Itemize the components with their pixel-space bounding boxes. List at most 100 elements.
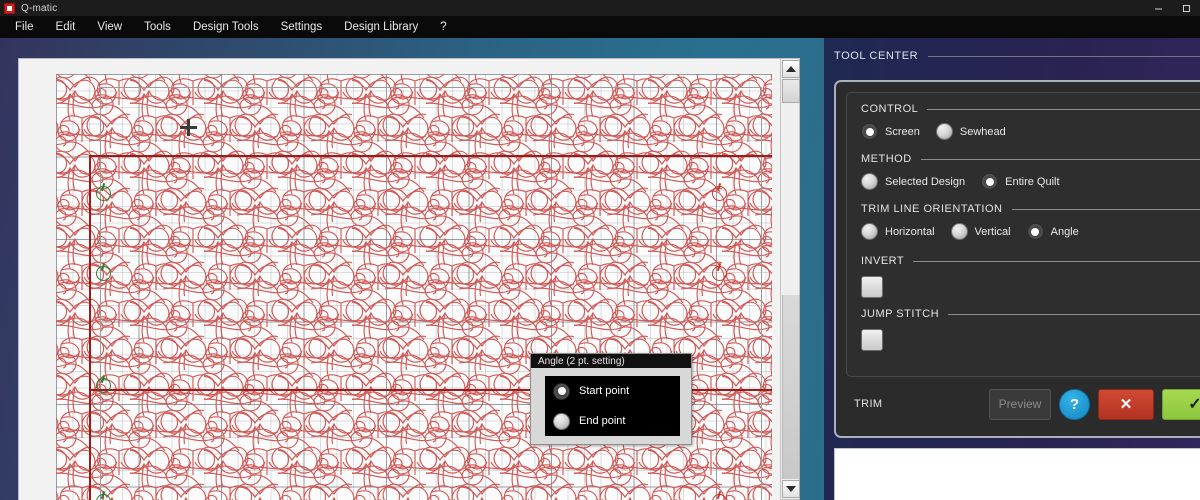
anchor-marker-right-1[interactable] <box>712 186 727 201</box>
group-method-header: METHOD <box>861 153 1200 165</box>
group-invert-rule <box>913 260 1200 262</box>
group-trim-line-orientation-rule <box>1011 208 1200 210</box>
radio-angle[interactable] <box>1026 223 1044 240</box>
angle-dialog-body: Start point End point <box>545 376 680 436</box>
group-method-label: METHOD <box>861 153 912 165</box>
group-control-options: Screen Sewhead <box>861 123 1200 140</box>
radio-entire-quilt[interactable] <box>981 173 999 190</box>
menu-item-edit[interactable]: Edit <box>45 18 87 36</box>
menu-item-help[interactable]: ? <box>429 18 457 36</box>
menu-bar: File Edit View Tools Design Tools Settin… <box>0 16 1200 38</box>
radio-selected-design-label: Selected Design <box>885 175 966 188</box>
tool-center-box: CONTROL Screen Sewhead METHOD Selected D… <box>834 80 1200 438</box>
anchor-marker-left-1[interactable] <box>96 186 111 201</box>
radio-end-point[interactable] <box>553 412 570 430</box>
tool-center-title: TOOL CENTER <box>834 50 919 62</box>
angle-dialog[interactable]: Angle (2 pt. setting) Start point End po… <box>530 353 692 445</box>
scroll-down-arrow-icon <box>786 486 796 492</box>
group-invert-label: INVERT <box>861 255 905 267</box>
angle-option-end-point-label: End point <box>579 415 626 427</box>
anchor-marker-left-2[interactable] <box>96 266 111 281</box>
help-button[interactable]: ? <box>1059 388 1090 420</box>
group-trim-line-orientation-header: TRIM LINE ORIENTATION <box>861 203 1200 215</box>
group-control-rule <box>927 108 1200 110</box>
info-panel <box>834 448 1200 500</box>
group-jump-stitch: JUMP STITCH <box>861 308 1200 351</box>
group-jump-stitch-label: JUMP STITCH <box>861 308 940 320</box>
application-window: Q-matic File Edit View Tools Design Tool… <box>0 0 1200 500</box>
radio-vertical[interactable] <box>950 223 968 240</box>
menu-item-tools[interactable]: Tools <box>133 18 182 36</box>
group-method: METHOD Selected Design Entire Quilt <box>861 153 1200 190</box>
radio-option-selected-design[interactable]: Selected Design <box>861 173 965 190</box>
radio-option-screen[interactable]: Screen <box>861 123 920 140</box>
app-icon <box>4 2 15 14</box>
group-trim-line-orientation-options: Horizontal Vertical Angle <box>861 223 1200 240</box>
group-invert-header: INVERT <box>861 255 1200 267</box>
group-control-header: CONTROL <box>861 103 1200 115</box>
radio-sewhead-label: Sewhead <box>959 125 1006 138</box>
window-title: Q-matic <box>21 2 58 14</box>
group-method-options: Selected Design Entire Quilt <box>861 173 1200 190</box>
angle-option-start-point-label: Start point <box>579 385 630 397</box>
radio-option-vertical[interactable]: Vertical <box>950 223 1011 240</box>
menu-item-settings[interactable]: Settings <box>270 18 334 36</box>
radio-sewhead[interactable] <box>935 123 953 140</box>
scrollbar-thumb[interactable] <box>782 79 800 103</box>
radio-selected-design[interactable] <box>861 173 878 190</box>
tool-center-options: CONTROL Screen Sewhead METHOD Selected D… <box>846 92 1200 377</box>
trim-action-bar: TRIM Preview ? ✕ ✓ <box>846 381 1200 427</box>
group-jump-stitch-header: JUMP STITCH <box>861 308 1200 320</box>
preview-button[interactable]: Preview <box>989 388 1051 420</box>
radio-option-angle[interactable]: Angle <box>1026 223 1079 240</box>
checkbox-invert[interactable] <box>861 276 883 298</box>
menu-item-view[interactable]: View <box>86 18 133 36</box>
trim-action-buttons: Preview ? ✕ ✓ <box>981 388 1200 420</box>
radio-horizontal[interactable] <box>861 223 878 240</box>
radio-option-entire-quilt[interactable]: Entire Quilt <box>981 173 1060 190</box>
tool-center-panel: TOOL CENTER CONTROL Screen Sewhead METHO… <box>820 38 1200 500</box>
group-invert: INVERT <box>861 255 1200 298</box>
angle-option-start-point[interactable]: Start point <box>545 376 680 406</box>
minimize-icon[interactable] <box>1144 0 1172 16</box>
scroll-up-arrow-icon <box>786 66 796 72</box>
checkbox-jump-stitch[interactable] <box>861 329 883 351</box>
workspace-background: Angle (2 pt. setting) Start point End po… <box>0 38 820 500</box>
angle-dialog-title: Angle (2 pt. setting) <box>531 354 691 368</box>
trim-label: TRIM <box>854 398 883 410</box>
radio-entire-quilt-label: Entire Quilt <box>1005 175 1060 188</box>
menu-item-file[interactable]: File <box>4 18 45 36</box>
group-control-label: CONTROL <box>861 103 919 115</box>
title-bar: Q-matic <box>0 0 1200 16</box>
radio-screen-label: Screen <box>885 125 920 138</box>
radio-horizontal-label: Horizontal <box>885 225 935 238</box>
group-trim-line-orientation-label: TRIM LINE ORIENTATION <box>861 203 1003 215</box>
panel-left-edge <box>820 38 824 500</box>
angle-option-end-point[interactable]: End point <box>545 406 680 436</box>
anchor-marker-left-3[interactable] <box>96 378 111 393</box>
window-controls <box>1144 0 1200 16</box>
group-trim-line-orientation: TRIM LINE ORIENTATION Horizontal Vertica… <box>861 203 1200 240</box>
cancel-button[interactable]: ✕ <box>1098 388 1154 420</box>
menu-item-design-library[interactable]: Design Library <box>333 18 429 36</box>
confirm-button[interactable]: ✓ <box>1162 388 1200 420</box>
scrollbar-track[interactable] <box>782 295 800 479</box>
radio-vertical-label: Vertical <box>974 225 1011 238</box>
radio-option-horizontal[interactable]: Horizontal <box>861 223 935 240</box>
group-control: CONTROL Screen Sewhead <box>861 103 1200 140</box>
anchor-marker-right-2[interactable] <box>712 266 727 281</box>
group-method-rule <box>920 158 1200 160</box>
radio-start-point[interactable] <box>553 382 570 400</box>
scroll-down-button[interactable] <box>782 480 800 498</box>
tool-center-title-rule <box>928 55 1200 57</box>
radio-screen[interactable] <box>861 123 878 140</box>
scroll-up-button[interactable] <box>782 60 800 78</box>
crosshair-cursor <box>180 119 197 136</box>
radio-angle-label: Angle <box>1050 225 1079 238</box>
group-jump-stitch-rule <box>948 313 1200 315</box>
maximize-icon[interactable] <box>1172 0 1200 16</box>
radio-option-sewhead[interactable]: Sewhead <box>935 123 1006 140</box>
canvas-vertical-scrollbar[interactable] <box>780 58 800 500</box>
menu-item-design-tools[interactable]: Design Tools <box>182 18 270 36</box>
tool-center-header: TOOL CENTER <box>834 50 1200 62</box>
